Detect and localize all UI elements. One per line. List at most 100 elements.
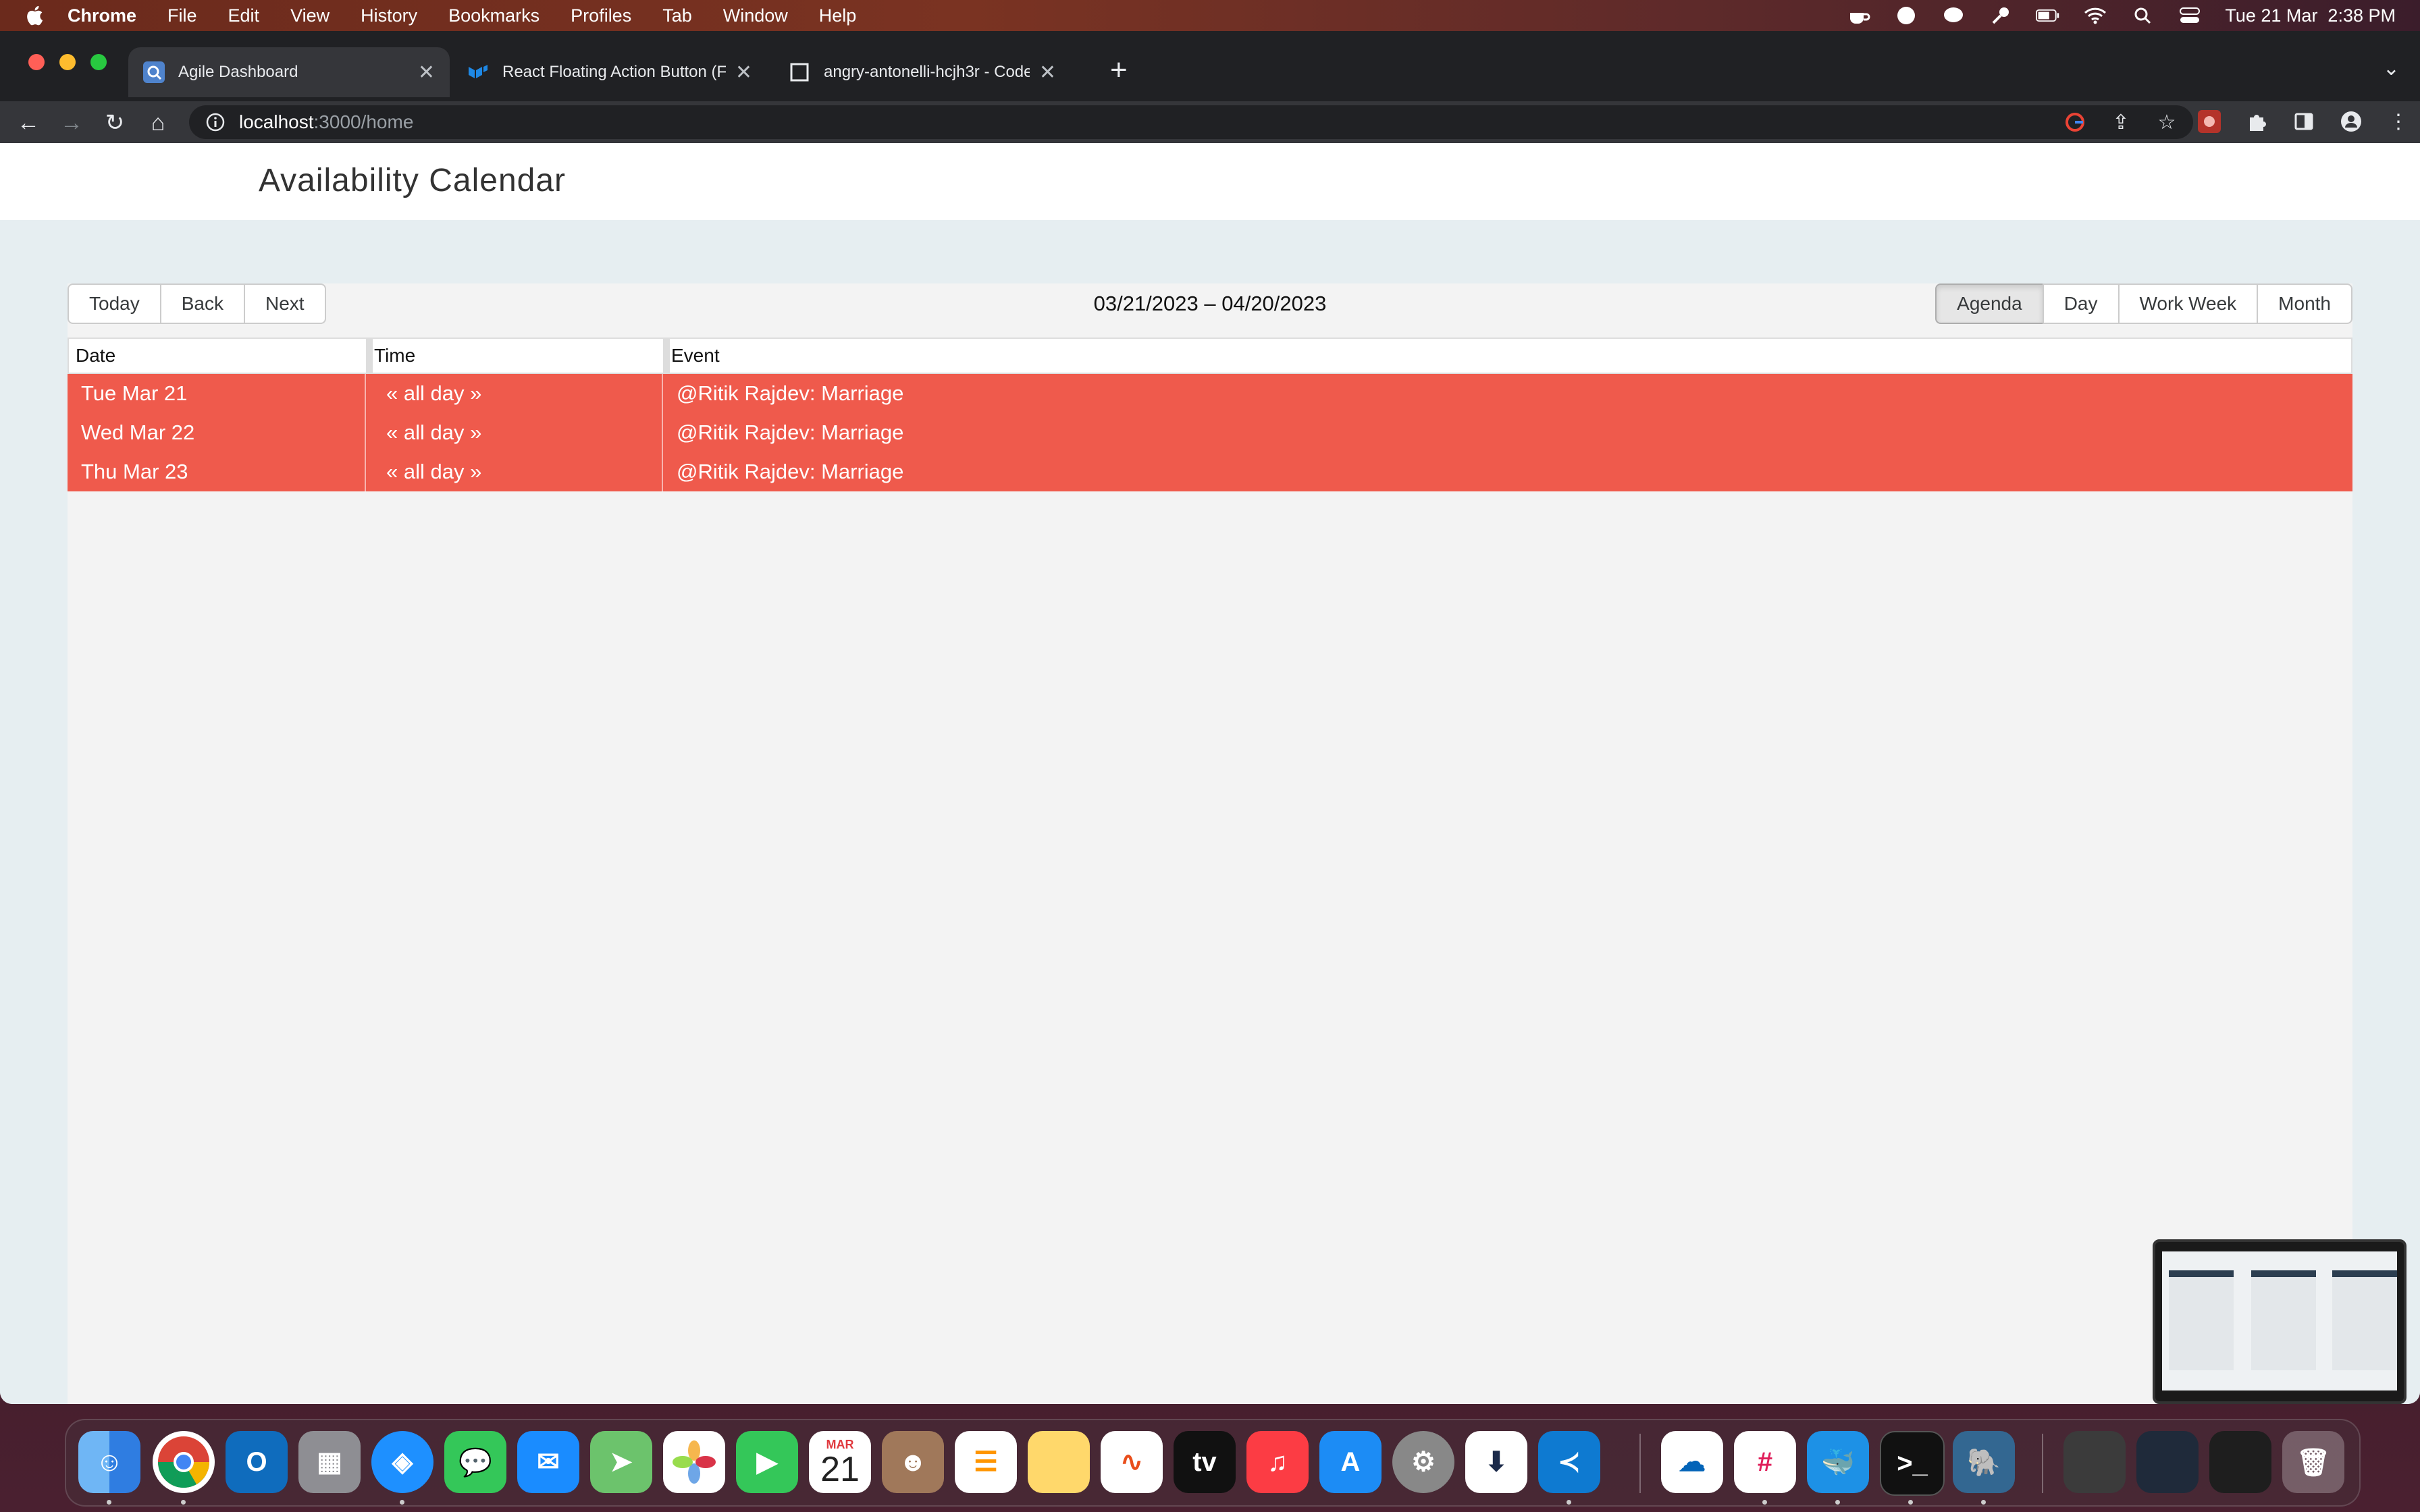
reminders-icon[interactable]: ☰	[955, 1431, 1017, 1493]
running-indicator	[1981, 1500, 1986, 1505]
postgres-elephant-icon[interactable]: 🐘	[1953, 1431, 2015, 1493]
site-info-icon[interactable]	[205, 112, 226, 132]
agenda-row[interactable]: Wed Mar 22 « all day » @Ritik Rajdev: Ma…	[68, 413, 2352, 452]
back-button[interactable]: Back	[159, 284, 245, 324]
agenda-row[interactable]: Tue Mar 21 « all day » @Ritik Rajdev: Ma…	[68, 374, 2352, 413]
recent-window-icon[interactable]	[2136, 1431, 2199, 1493]
photos-icon[interactable]	[663, 1431, 725, 1493]
more-menu-icon[interactable]: ⋮	[2385, 108, 2412, 135]
menu-edit[interactable]: Edit	[228, 5, 260, 26]
bookmark-star-icon[interactable]: ☆	[2155, 111, 2178, 134]
profile-avatar-icon[interactable]	[2338, 108, 2365, 135]
maps-icon[interactable]: ➤	[590, 1431, 652, 1493]
maximize-window-button[interactable]	[90, 54, 107, 70]
next-button[interactable]: Next	[243, 284, 326, 324]
system-settings-icon[interactable]: ⚙	[1392, 1431, 1454, 1493]
agenda-date: Thu Mar 23	[81, 460, 188, 483]
menu-history[interactable]: History	[361, 5, 417, 26]
column-header-event: Event	[671, 345, 720, 366]
menu-app-name[interactable]: Chrome	[68, 5, 136, 26]
menu-view[interactable]: View	[290, 5, 330, 26]
control-center-icon[interactable]	[2178, 5, 2202, 26]
side-panel-icon[interactable]	[2290, 108, 2317, 135]
menu-bookmarks[interactable]: Bookmarks	[448, 5, 540, 26]
calendar-nav-group: Today Back Next	[68, 284, 326, 324]
menu-window[interactable]: Window	[723, 5, 788, 26]
installer-icon[interactable]: ⬇	[1465, 1431, 1527, 1493]
terminal-icon[interactable]: >_	[1880, 1431, 1945, 1496]
menu-profiles[interactable]: Profiles	[571, 5, 631, 26]
docker-icon[interactable]: 🐳	[1807, 1431, 1869, 1493]
menubar-datetime[interactable]: Tue 21 Mar 2:38 PM	[2225, 5, 2396, 26]
tab-search-chevron-icon[interactable]: ⌄	[2383, 57, 2400, 80]
extension-red-icon[interactable]	[2196, 108, 2223, 135]
agenda-view-button[interactable]: Agenda	[1935, 284, 2044, 324]
apple-icon[interactable]	[24, 4, 47, 27]
key-icon[interactable]	[1989, 5, 2013, 26]
vscode-icon[interactable]: ≺	[1538, 1431, 1600, 1493]
finder-icon[interactable]: ☺	[78, 1431, 140, 1493]
elephant-icon[interactable]	[1941, 5, 1966, 26]
calendar-app-icon[interactable]: MAR 21	[809, 1431, 871, 1493]
app-store-icon[interactable]: A	[1319, 1431, 1382, 1493]
row-divider	[662, 374, 663, 491]
agenda-date: Wed Mar 22	[81, 421, 195, 444]
wifi-icon[interactable]	[2083, 5, 2107, 26]
battery-icon[interactable]	[2036, 5, 2060, 26]
music-icon[interactable]: ♫	[1246, 1431, 1309, 1493]
close-tab-icon[interactable]: ✕	[418, 61, 435, 84]
agenda-event[interactable]: @Ritik Rajdev: Marriage	[677, 374, 903, 413]
today-button[interactable]: Today	[68, 284, 161, 324]
agenda-row[interactable]: Thu Mar 23 « all day » @Ritik Rajdev: Ma…	[68, 452, 2352, 491]
apple-tv-icon[interactable]: tv	[1174, 1431, 1236, 1493]
tab-title: React Floating Action Button (F	[502, 63, 726, 81]
tab-codesandbox[interactable]: angry-antonelli-hcjh3r - CodeS ✕	[774, 47, 1071, 97]
tab-react-fab[interactable]: React Floating Action Button (F ✕	[452, 47, 767, 97]
share-icon[interactable]: ⇪	[2109, 111, 2132, 134]
close-window-button[interactable]	[28, 54, 45, 70]
close-tab-icon[interactable]: ✕	[1039, 61, 1056, 84]
outlook-icon[interactable]: O	[226, 1431, 288, 1493]
agenda-header: Date Time Event	[68, 338, 2352, 374]
messages-icon[interactable]: 💬	[444, 1431, 506, 1493]
notes-icon[interactable]	[1028, 1431, 1090, 1493]
forward-arrow-icon[interactable]: →	[57, 108, 86, 138]
browser-window: Agile Dashboard ✕ React Floating Action …	[0, 31, 2420, 1404]
menu-tab[interactable]: Tab	[662, 5, 692, 26]
menu-help[interactable]: Help	[819, 5, 857, 26]
dock-separator	[1639, 1434, 1641, 1493]
facetime-icon[interactable]: ▶	[736, 1431, 798, 1493]
extensions-puzzle-icon[interactable]	[2243, 108, 2270, 135]
onedrive-icon[interactable]: ☁	[1661, 1431, 1723, 1493]
search-icon[interactable]	[2130, 5, 2155, 26]
safari-icon[interactable]: ◈	[371, 1431, 433, 1493]
google-lens-icon[interactable]	[2063, 111, 2086, 134]
recent-code-window-icon[interactable]	[2209, 1431, 2271, 1493]
recent-document-icon[interactable]	[2063, 1431, 2126, 1493]
mail-icon[interactable]: ✉	[517, 1431, 579, 1493]
month-view-button[interactable]: Month	[2257, 284, 2352, 324]
row-divider	[365, 374, 366, 491]
globe-icon[interactable]	[1894, 5, 1918, 26]
menu-file[interactable]: File	[167, 5, 197, 26]
home-icon[interactable]: ⌂	[143, 108, 173, 138]
address-bar[interactable]: localhost:3000/home ⇪ ☆	[189, 105, 2193, 139]
freeform-icon[interactable]: ∿	[1101, 1431, 1163, 1493]
agenda-event[interactable]: @Ritik Rajdev: Marriage	[677, 452, 903, 491]
close-tab-icon[interactable]: ✕	[735, 61, 752, 84]
day-view-button[interactable]: Day	[2042, 284, 2120, 324]
new-tab-icon[interactable]: +	[1110, 55, 1128, 85]
back-arrow-icon[interactable]: ←	[14, 108, 43, 138]
slack-icon[interactable]: #	[1734, 1431, 1796, 1493]
trash-icon[interactable]: 🗑	[2282, 1431, 2344, 1493]
coffee-icon[interactable]	[1847, 5, 1871, 26]
work-week-view-button[interactable]: Work Week	[2118, 284, 2259, 324]
screenshot-thumbnail[interactable]	[2153, 1239, 2406, 1404]
tab-agile-dashboard[interactable]: Agile Dashboard ✕	[128, 47, 450, 97]
chrome-icon[interactable]	[153, 1431, 215, 1493]
reload-icon[interactable]: ↻	[100, 108, 130, 138]
agenda-event[interactable]: @Ritik Rajdev: Marriage	[677, 413, 903, 452]
contacts-icon[interactable]: ☻	[882, 1431, 944, 1493]
minimize-window-button[interactable]	[59, 54, 76, 70]
launchpad-icon[interactable]: ▦	[298, 1431, 361, 1493]
